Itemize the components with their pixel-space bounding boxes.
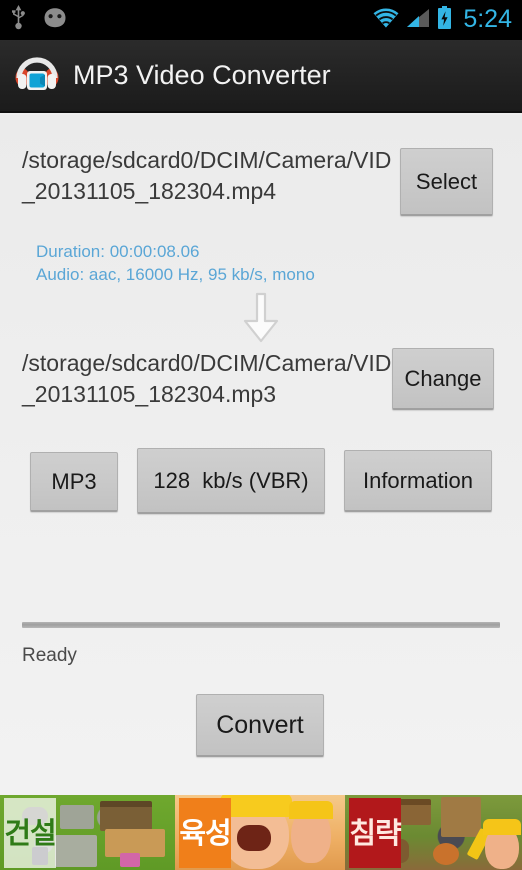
input-path-text: /storage/sdcard0/DCIM/Camera/VID_2013110… — [22, 145, 392, 207]
status-bar-left-icons — [10, 5, 69, 35]
status-bar-clock: 5:24 — [459, 5, 512, 36]
main-content: /storage/sdcard0/DCIM/Camera/VID_2013110… — [0, 115, 522, 795]
app-screen: 5:24 MP3 Video Converter /storage/sdcard… — [0, 0, 522, 870]
page-title: MP3 Video Converter — [73, 60, 331, 91]
status-bar: 5:24 — [0, 0, 522, 40]
headphones-video-icon — [14, 50, 60, 101]
ad-badge-attack: 침략 — [349, 798, 401, 868]
status-bar-right-icons: 5:24 — [373, 5, 512, 36]
information-button[interactable]: Information — [344, 450, 492, 512]
ad-badge-attack-text: 침략 — [349, 817, 400, 850]
input-audio-label: Audio: aac, 16000 Hz, 95 kb/s, mono — [36, 263, 315, 286]
progress-bar — [22, 622, 500, 628]
ad-banner[interactable]: 건설 육성 침략 — [0, 795, 522, 870]
android-debug-icon — [41, 7, 69, 34]
ad-badge-train: 육성 — [179, 798, 231, 868]
battery-charging-icon — [437, 6, 452, 35]
format-button[interactable]: MP3 — [30, 452, 118, 512]
ad-badge-build: 건설 — [4, 798, 56, 868]
ad-badge-train-text: 육성 — [179, 817, 230, 850]
change-button[interactable]: Change — [392, 348, 494, 410]
wifi-icon — [373, 8, 399, 33]
status-label: Ready — [22, 645, 77, 667]
action-bar: MP3 Video Converter — [0, 40, 522, 113]
usb-icon — [10, 5, 27, 35]
signal-icon — [406, 8, 430, 33]
down-arrow-icon — [237, 292, 285, 344]
output-path-text: /storage/sdcard0/DCIM/Camera/VID_2013110… — [22, 348, 392, 410]
bitrate-button[interactable]: 128 kb/s (VBR) — [137, 448, 325, 514]
ad-badge-build-text: 건설 — [4, 817, 55, 850]
input-duration-label: Duration: 00:00:08.06 — [36, 240, 200, 263]
select-button[interactable]: Select — [400, 148, 493, 216]
convert-button[interactable]: Convert — [196, 694, 324, 757]
